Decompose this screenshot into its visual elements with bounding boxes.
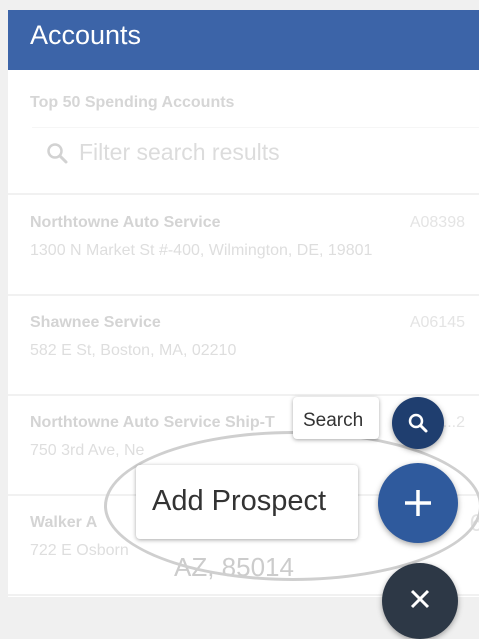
search-icon (47, 143, 68, 164)
close-fab-button[interactable] (382, 563, 458, 639)
account-name: Northtowne Auto Service (30, 214, 221, 231)
account-address: 582 E St, Boston, MA, 02210 (30, 342, 237, 359)
account-address: 750 3rd Ave, Ne (30, 442, 145, 459)
account-address: 722 E Osborn (30, 542, 129, 559)
search-bar[interactable]: Filter search results (32, 127, 479, 176)
account-name: Shawnee Service (30, 314, 161, 331)
account-row[interactable]: Northtowne Auto Service A08398 1300 N Ma… (8, 196, 479, 296)
list-divider (8, 193, 479, 195)
section-title: Top 50 Spending Accounts (30, 94, 235, 111)
account-row[interactable]: Shawnee Service A06145 582 E St, Boston,… (8, 296, 479, 396)
search-icon (408, 413, 428, 433)
add-prospect-label-text: Add Prospect (152, 485, 327, 517)
search-input[interactable]: Filter search results (79, 139, 280, 166)
account-code: 6 (469, 510, 479, 537)
account-address: 1300 N Market St #-400, Wilmington, DE, … (30, 242, 373, 259)
ghost-zip: AZ, 85014 (174, 552, 294, 582)
search-fab-label[interactable]: Search (293, 397, 379, 439)
add-prospect-label[interactable]: Add Prospect (136, 465, 358, 539)
account-name: Walker A (30, 514, 98, 531)
close-icon (410, 589, 430, 609)
account-name: Northtowne Auto Service Ship-T (30, 414, 275, 431)
search-fab-button[interactable] (392, 397, 444, 449)
plus-icon (405, 490, 431, 516)
account-code: A08398 (409, 214, 465, 231)
account-code: A06145 (409, 314, 465, 331)
add-prospect-button[interactable] (378, 463, 458, 543)
page-title: Accounts (30, 20, 142, 50)
app-header: Accounts (8, 10, 479, 70)
search-fab-label-text: Search (303, 410, 364, 431)
